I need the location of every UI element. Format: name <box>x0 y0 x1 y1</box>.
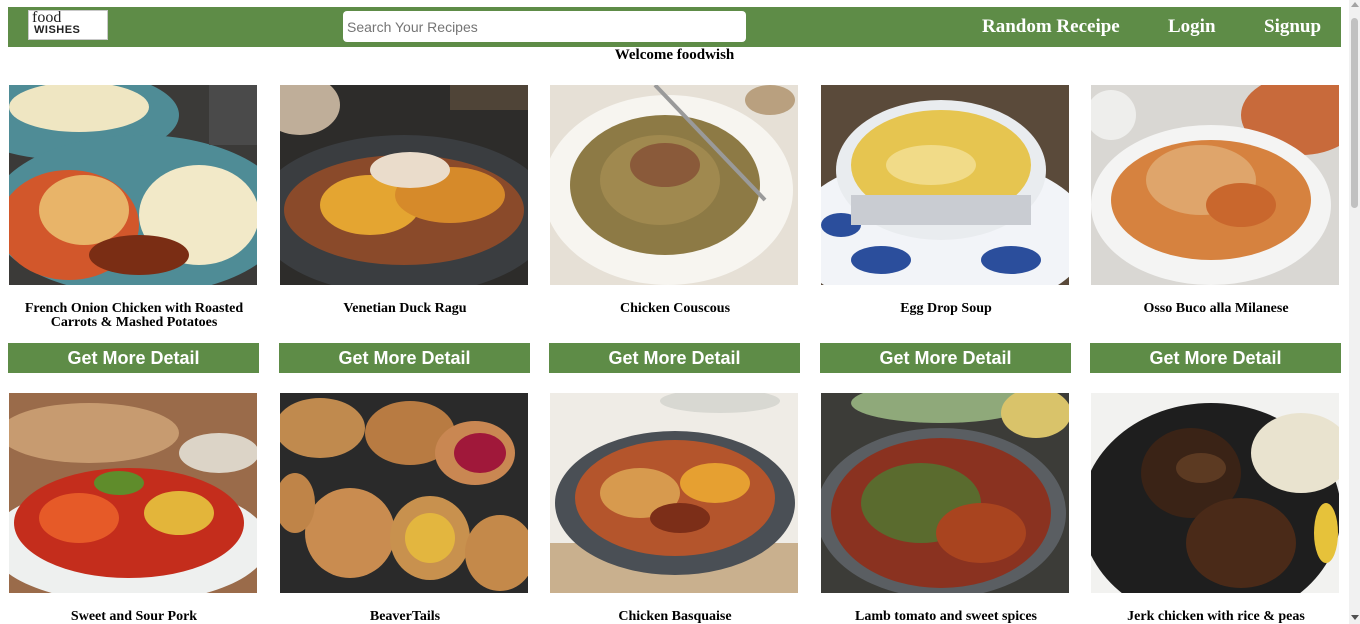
recipe-image[interactable] <box>550 393 798 593</box>
recipe-image[interactable] <box>550 85 798 285</box>
scrollbar-thumb[interactable] <box>1351 18 1358 208</box>
get-more-detail-button[interactable]: Get More Detail <box>820 343 1071 373</box>
recipe-title: Osso Buco alla Milanese <box>1143 301 1289 316</box>
recipe-image[interactable] <box>1091 393 1339 593</box>
recipe-title: Chicken Basquaise <box>618 609 732 624</box>
get-more-detail-button[interactable]: Get More Detail <box>279 343 530 373</box>
recipe-title: BeaverTails <box>369 609 441 624</box>
recipe-image[interactable] <box>1091 85 1339 285</box>
recipe-image[interactable] <box>9 85 257 285</box>
get-more-detail-button[interactable]: Get More Detail <box>549 343 800 373</box>
recipe-image[interactable] <box>821 85 1069 285</box>
recipe-image[interactable] <box>9 393 257 593</box>
recipe-title: Venetian Duck Ragu <box>343 301 467 316</box>
recipe-title: Egg Drop Soup <box>900 301 992 316</box>
recipe-title: Sweet and Sour Pork <box>70 609 198 624</box>
recipe-grid: French Onion Chicken with Roasted Carrot… <box>0 0 1349 624</box>
recipe-title: French Onion Chicken with Roasted Carrot… <box>24 301 244 330</box>
scrollbar[interactable] <box>1349 0 1360 624</box>
get-more-detail-button[interactable]: Get More Detail <box>1090 343 1341 373</box>
recipe-image[interactable] <box>821 393 1069 593</box>
recipe-title: Lamb tomato and sweet spices <box>855 609 1037 624</box>
recipe-image[interactable] <box>280 85 528 285</box>
recipe-title: Jerk chicken with rice & peas <box>1127 609 1305 624</box>
get-more-detail-button[interactable]: Get More Detail <box>8 343 259 373</box>
recipe-image[interactable] <box>280 393 528 593</box>
scroll-down-arrow-icon[interactable] <box>1351 615 1359 620</box>
recipe-title: Chicken Couscous <box>619 301 731 316</box>
scroll-up-arrow-icon[interactable] <box>1351 2 1359 7</box>
